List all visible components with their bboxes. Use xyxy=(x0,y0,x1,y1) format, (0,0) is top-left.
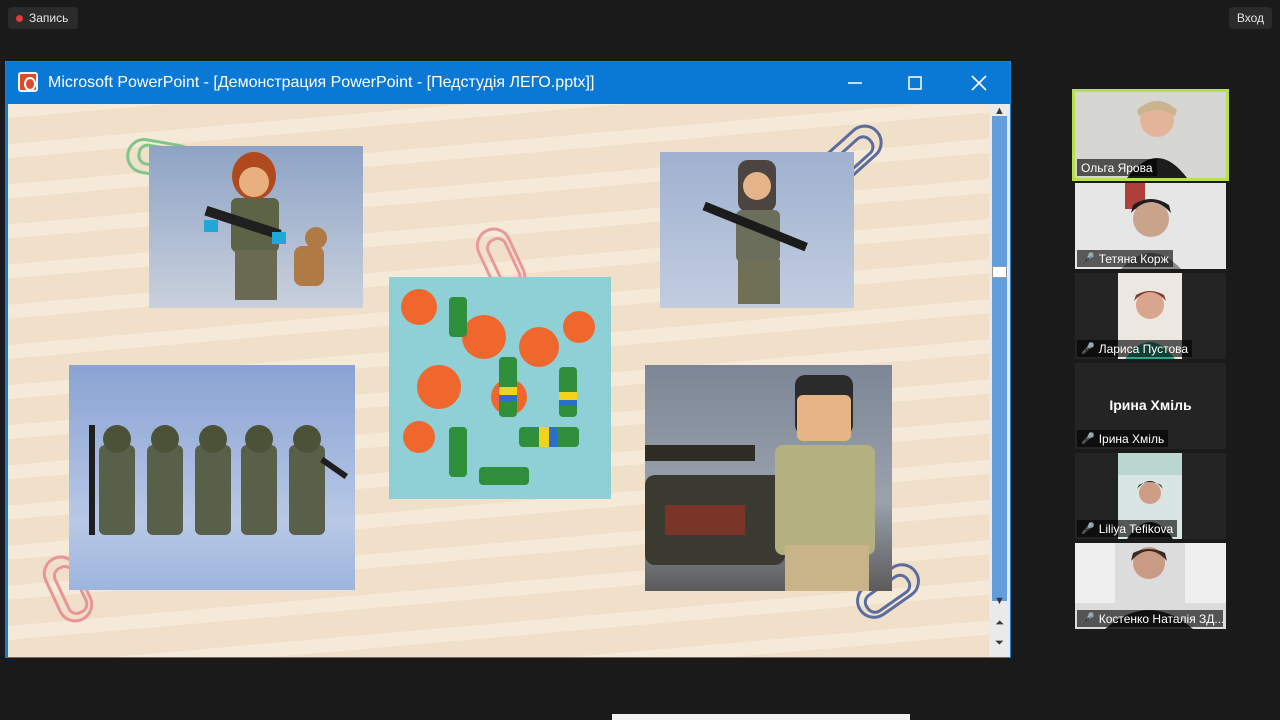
muted-mic-icon: 🎤 xyxy=(1081,613,1095,625)
participant-name: 🎤 Тетяна Корж xyxy=(1077,250,1173,267)
muted-mic-icon: 🎤 xyxy=(1081,433,1095,445)
scroll-down-arrow-icon[interactable]: ▼ xyxy=(989,594,1010,608)
slide-canvas xyxy=(8,104,989,657)
close-icon xyxy=(971,75,987,91)
participant-display-name: Ірина Хміль xyxy=(1109,397,1192,413)
record-button[interactable]: Запись xyxy=(8,7,79,29)
participant-name: 🎤 Лариса Пустова xyxy=(1077,340,1193,357)
powerpoint-window: Microsoft PowerPoint - [Демонстрация Pow… xyxy=(5,61,1011,658)
close-button[interactable] xyxy=(956,62,1002,104)
scrollbar-thumb[interactable] xyxy=(992,266,1007,278)
enter-button[interactable]: Вход xyxy=(1228,7,1272,29)
muted-mic-icon: 🎤 xyxy=(1081,343,1095,355)
photo-soldier-tank xyxy=(645,365,892,591)
scroll-up-arrow-icon[interactable]: ▲ xyxy=(989,104,1010,118)
maximize-button[interactable] xyxy=(892,62,938,104)
participant-tile[interactable]: 🎤 Liliya Tefikova xyxy=(1075,453,1226,539)
muted-mic-icon: 🎤 xyxy=(1081,253,1095,265)
minimize-icon xyxy=(848,82,862,84)
window-title: Microsoft PowerPoint - [Демонстрация Pow… xyxy=(48,74,595,91)
vertical-scrollbar[interactable]: ▲ ▼ ⏶ ⏷ xyxy=(989,104,1010,657)
photo-soldier-with-dog xyxy=(149,146,363,308)
participant-tile[interactable]: Ольга Ярова xyxy=(1072,89,1229,181)
record-dot-icon xyxy=(16,14,23,22)
powerpoint-icon xyxy=(18,72,38,92)
participant-tile[interactable]: 🎤 Лариса Пустова xyxy=(1075,273,1226,359)
participant-name: 🎤 Ірина Хміль xyxy=(1077,430,1169,447)
window-titlebar: Microsoft PowerPoint - [Демонстрация Pow… xyxy=(6,62,1010,104)
record-label: Запись xyxy=(29,11,69,25)
photo-lego-bottles xyxy=(389,277,611,499)
share-toolbar-edge xyxy=(612,714,910,720)
next-slide-icon[interactable]: ⏷ xyxy=(989,636,1010,650)
participant-name: Ольга Ярова xyxy=(1077,159,1157,176)
maximize-icon xyxy=(908,76,922,90)
photo-soldier-rifle xyxy=(660,152,854,308)
scrollbar-track[interactable] xyxy=(992,116,1007,601)
participant-name: 🎤 Костенко Наталія ЗД... xyxy=(1077,610,1224,627)
enter-label: Вход xyxy=(1236,11,1264,25)
participant-tile[interactable]: 🎤 Тетяна Корж xyxy=(1075,183,1226,269)
previous-slide-icon[interactable]: ⏶ xyxy=(989,616,1010,630)
photo-soldier-squad xyxy=(69,365,355,590)
participant-tile[interactable]: Ірина Хміль 🎤 Ірина Хміль xyxy=(1075,363,1226,449)
participant-name: 🎤 Liliya Tefikova xyxy=(1077,520,1178,537)
minimize-button[interactable] xyxy=(832,62,878,104)
muted-mic-icon: 🎤 xyxy=(1081,523,1095,535)
participant-tile[interactable]: 🎤 Костенко Наталія ЗД... xyxy=(1075,543,1226,629)
